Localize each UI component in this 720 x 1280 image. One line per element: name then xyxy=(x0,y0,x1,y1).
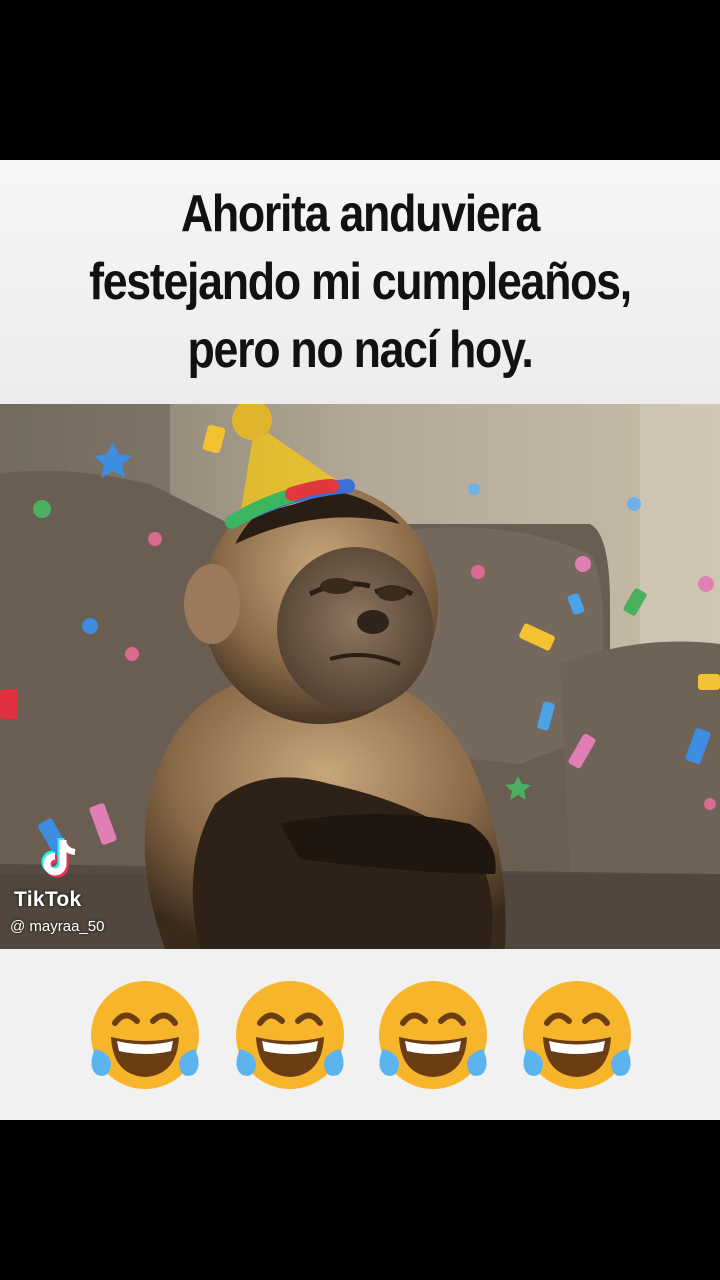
caption-text: Ahorita anduviera festejando mi cumpleañ… xyxy=(89,185,632,379)
face-with-tears-of-joy-icon xyxy=(379,981,487,1089)
meme-card: Ahorita anduviera festejando mi cumpleañ… xyxy=(0,160,720,1120)
tiktok-note-icon xyxy=(41,838,76,878)
tiktok-brand-label: TikTok xyxy=(14,888,82,911)
emoji-row xyxy=(0,949,720,1120)
face-with-tears-of-joy-icon xyxy=(91,981,199,1089)
caption-area: Ahorita anduviera festejando mi cumpleañ… xyxy=(0,160,720,404)
face-with-tears-of-joy-icon xyxy=(523,981,631,1089)
top-letterbox xyxy=(0,0,720,160)
tiktok-username: @ mayraa_50 xyxy=(10,918,105,935)
face-with-tears-of-joy-icon xyxy=(236,981,344,1089)
monkey-party-illustration xyxy=(0,404,720,949)
bottom-letterbox xyxy=(0,1120,720,1280)
monkey-photo: TikTok @ mayraa_50 xyxy=(0,404,720,949)
